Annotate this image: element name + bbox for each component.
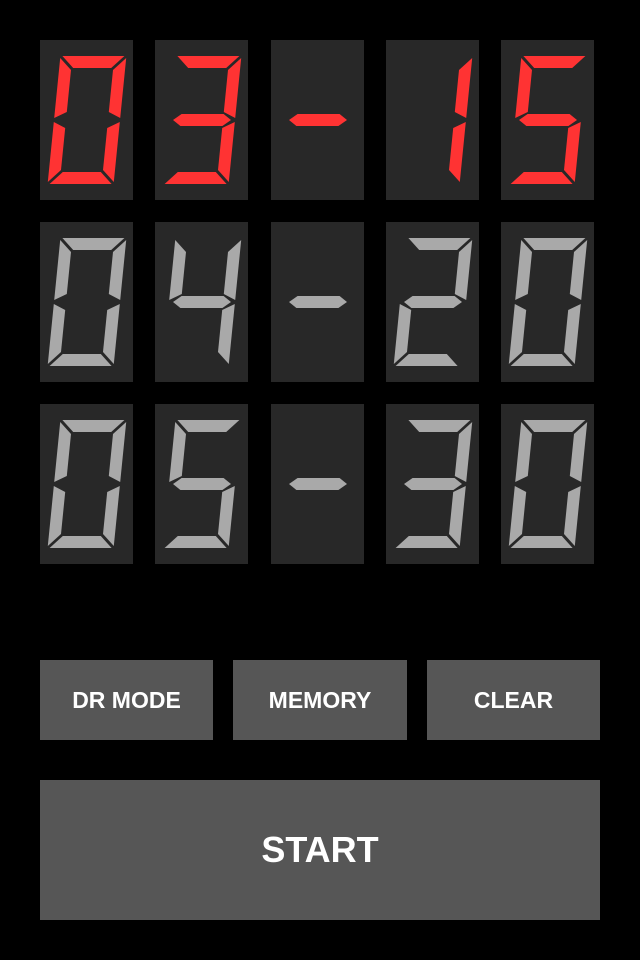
segment-d — [49, 354, 112, 366]
segment-f — [169, 240, 186, 300]
digit-cell — [386, 404, 479, 564]
segment-a — [177, 420, 240, 432]
segment-f — [515, 240, 532, 300]
digit-cell — [386, 40, 479, 200]
start-button[interactable]: START — [40, 780, 600, 920]
segment-a — [62, 56, 125, 68]
segment-c — [103, 122, 120, 182]
digit-cell — [501, 40, 594, 200]
segment-a — [408, 238, 471, 250]
digit-cell — [155, 404, 248, 564]
separator-digit — [271, 404, 364, 564]
segment-c — [218, 122, 235, 182]
digit-cell — [40, 40, 133, 200]
digit-cell — [40, 222, 133, 382]
segment-c — [218, 486, 235, 546]
segment-f — [54, 422, 71, 482]
segment-d — [395, 536, 458, 548]
segment-d — [395, 354, 458, 366]
segment-a — [62, 238, 125, 250]
segment-c — [218, 304, 235, 364]
segment-f — [515, 422, 532, 482]
separator-digit — [271, 222, 364, 382]
display-row-row-3 — [40, 404, 595, 564]
display-row-current — [40, 40, 595, 200]
segment-d — [164, 172, 227, 184]
segment-c — [103, 304, 120, 364]
segment-b — [454, 58, 473, 118]
segment-g — [173, 478, 231, 490]
segment-a — [523, 420, 586, 432]
segment-b — [223, 240, 242, 300]
segment-c — [103, 486, 120, 546]
segment-f — [54, 58, 71, 118]
segment-d — [510, 354, 573, 366]
segment-c — [449, 122, 466, 182]
segment-a — [62, 420, 125, 432]
digit-cell — [155, 40, 248, 200]
digit-cell — [501, 404, 594, 564]
segment-f — [515, 58, 532, 118]
memory-button[interactable]: MEMORY — [233, 660, 407, 740]
digit-cell — [40, 404, 133, 564]
segment-d — [49, 536, 112, 548]
segment-g — [289, 114, 347, 126]
segment-g — [289, 478, 347, 490]
segment-f — [169, 422, 186, 482]
display-row-row-2 — [40, 222, 595, 382]
segment-a — [177, 56, 240, 68]
segment-g — [519, 114, 577, 126]
segment-c — [564, 304, 581, 364]
segment-g — [404, 478, 462, 490]
dr-mode-button[interactable]: DR MODE — [40, 660, 213, 740]
segment-d — [510, 536, 573, 548]
segment-g — [404, 296, 462, 308]
digit-cell — [501, 222, 594, 382]
digit-cell — [386, 222, 479, 382]
segment-g — [173, 296, 231, 308]
segment-f — [54, 240, 71, 300]
segment-d — [510, 172, 573, 184]
segment-c — [564, 486, 581, 546]
segment-a — [408, 420, 471, 432]
segment-d — [164, 536, 227, 548]
segment-c — [449, 486, 466, 546]
digit-cell — [155, 222, 248, 382]
segment-g — [173, 114, 231, 126]
segment-a — [523, 56, 586, 68]
segment-g — [289, 296, 347, 308]
segment-d — [49, 172, 112, 184]
segment-a — [523, 238, 586, 250]
clear-button[interactable]: CLEAR — [427, 660, 600, 740]
segment-c — [564, 122, 581, 182]
separator-digit — [271, 40, 364, 200]
